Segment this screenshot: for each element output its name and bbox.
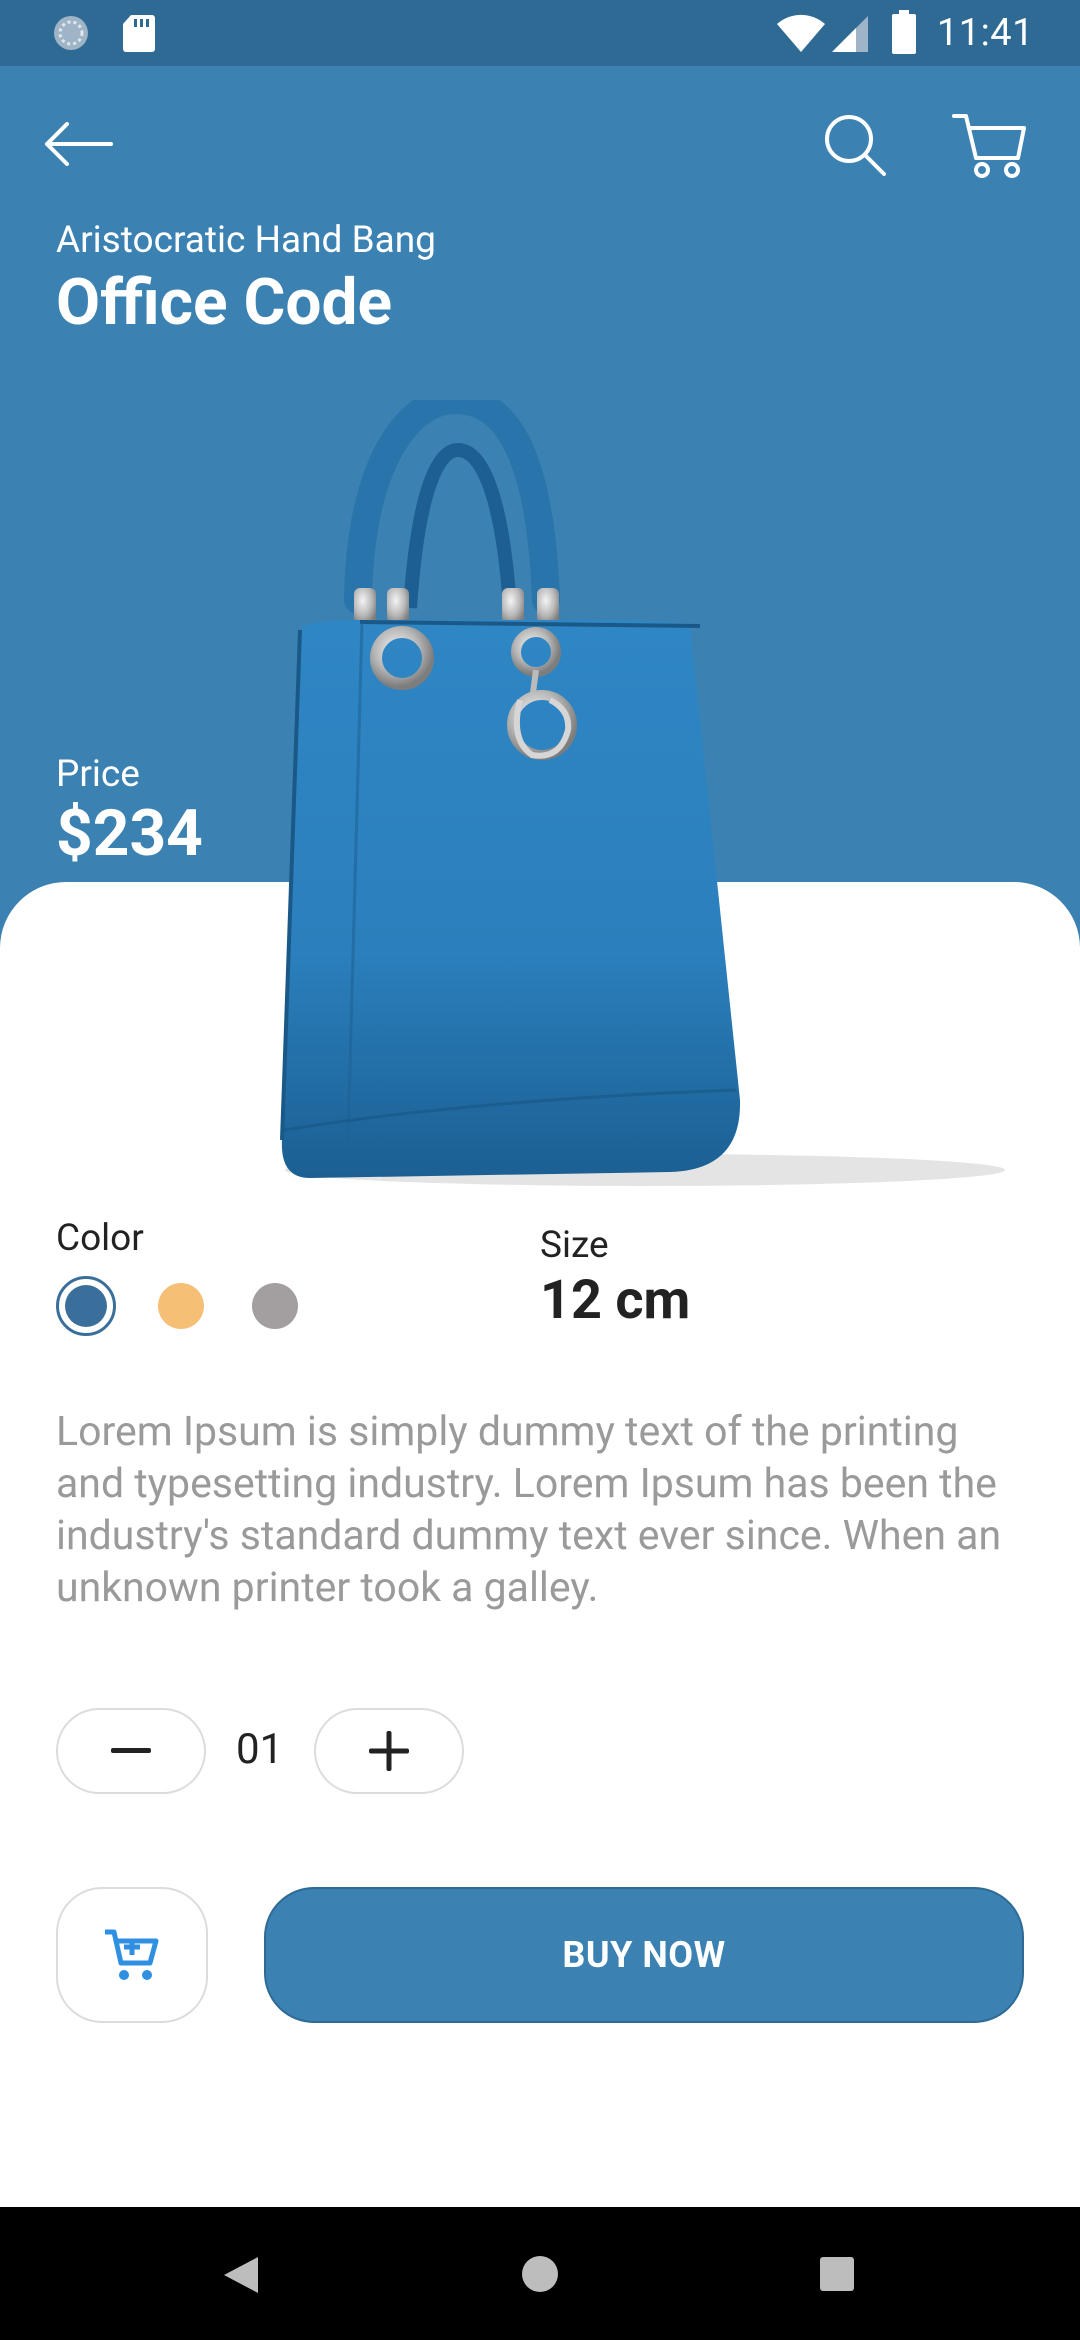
price-value: $234 xyxy=(56,796,203,871)
search-button[interactable] xyxy=(810,100,900,190)
add-to-cart-button[interactable] xyxy=(56,1887,208,2023)
buy-now-button[interactable]: BUY NOW xyxy=(264,1887,1024,2023)
system-nav-bar xyxy=(0,2207,1080,2340)
back-button[interactable] xyxy=(30,104,126,184)
product-description: Lorem Ipsum is simply dummy text of the … xyxy=(56,1408,1002,1612)
product-title: Office Code xyxy=(56,265,393,340)
size-value: 12 cm xyxy=(540,1269,691,1332)
size-label: Size xyxy=(540,1224,609,1267)
quantity-value: 01 xyxy=(236,1725,284,1774)
increase-quantity-button[interactable] xyxy=(314,1708,464,1794)
add-to-cart-icon xyxy=(105,1929,159,1980)
product-image xyxy=(280,400,1005,1186)
cart-header-button[interactable] xyxy=(940,100,1040,190)
status-bar: 11:41 xyxy=(0,0,1080,66)
minus-icon xyxy=(111,1748,151,1753)
arrow-left-icon xyxy=(45,122,113,166)
color-label: Color xyxy=(56,1217,144,1260)
color-swatch-orange[interactable] xyxy=(158,1283,204,1329)
shopping-cart-icon xyxy=(952,114,1026,178)
color-swatch-blue[interactable] xyxy=(56,1276,116,1336)
battery-icon xyxy=(892,10,916,54)
wifi-icon xyxy=(777,14,825,53)
color-swatch-gray[interactable] xyxy=(252,1283,298,1329)
cellular-signal-icon xyxy=(832,16,868,52)
recents-nav-icon[interactable] xyxy=(820,2257,854,2291)
sync-icon xyxy=(54,16,88,50)
back-nav-icon[interactable] xyxy=(222,2255,260,2295)
home-nav-icon[interactable] xyxy=(521,2255,559,2293)
plus-icon xyxy=(369,1731,409,1771)
search-icon xyxy=(825,115,886,176)
sd-card-icon xyxy=(123,15,155,52)
decrease-quantity-button[interactable] xyxy=(56,1708,206,1794)
status-time: 11:41 xyxy=(936,11,1034,55)
product-subtitle: Aristocratic Hand Bang xyxy=(56,219,436,262)
price-label: Price xyxy=(56,753,140,796)
